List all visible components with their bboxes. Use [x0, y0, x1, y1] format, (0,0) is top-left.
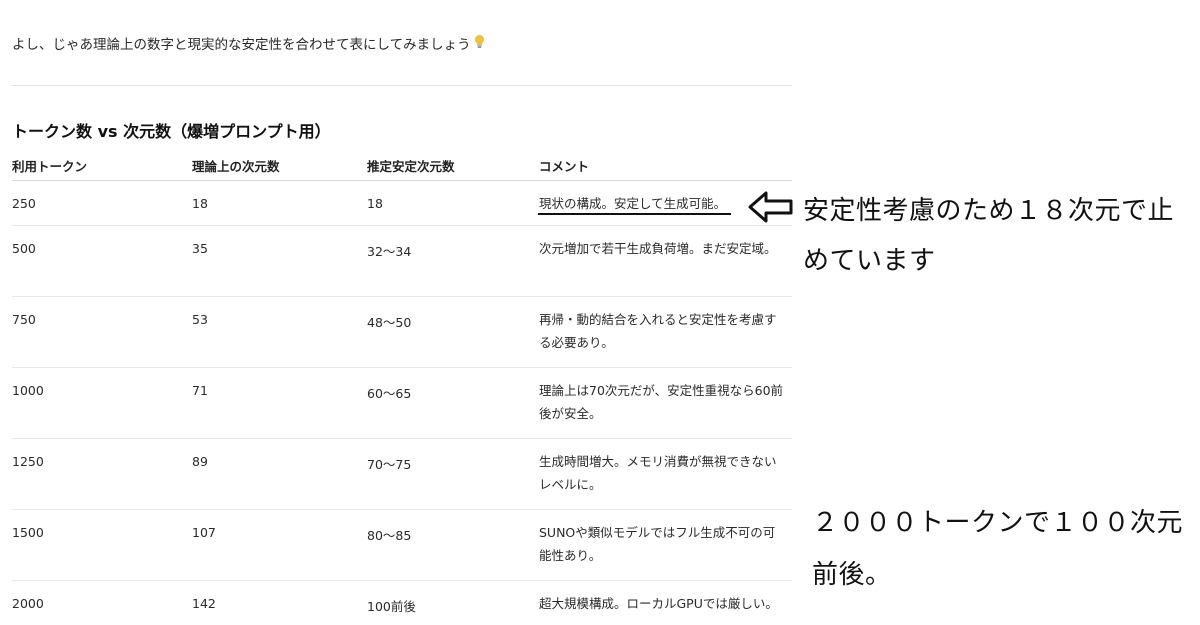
table-row: 500 35 32〜34 次元増加で若干生成負荷増。まだ安定域。 — [12, 226, 792, 297]
intro-message: よし、じゃあ理論上の数字と現実的な安定性を合わせて表にしてみましょう — [12, 37, 471, 53]
table-row: 1250 89 70〜75 生成時間増大。メモリ消費が無視できないレベルに。 — [12, 439, 792, 510]
section-title: トークン数 vs 次元数（爆増プロンプト用） — [12, 122, 331, 141]
cell-theoretical: 89 — [192, 454, 208, 469]
cell-theoretical: 142 — [192, 596, 216, 611]
arrow-left-icon — [746, 190, 796, 228]
intro-text: よし、じゃあ理論上の数字と現実的な安定性を合わせて表にしてみましょう — [12, 33, 485, 53]
cell-stable: 18 — [367, 196, 383, 211]
table-row: 1000 71 60〜65 理論上は70次元だが、安定性重視なら60前後が安全。 — [12, 368, 792, 439]
header-tokens: 利用トークン — [12, 159, 88, 174]
table-row: 1500 107 80〜85 SUNOや類似モデルではフル生成不可の可能性あり。 — [12, 510, 792, 581]
token-dimension-table: 利用トークン 理論上の次元数 推定安定次元数 コメント 250 18 18 現状… — [12, 150, 792, 625]
header-theoretical-dimensions: 理論上の次元数 — [192, 159, 280, 174]
table-row: 750 53 48〜50 再帰・動的結合を入れると安定性を考慮する必要あり。 — [12, 297, 792, 368]
cell-theoretical: 18 — [192, 196, 208, 211]
cell-theoretical: 53 — [192, 312, 208, 327]
divider — [12, 85, 792, 86]
cell-comment: 生成時間増大。メモリ消費が無視できないレベルに。 — [539, 454, 777, 492]
cell-tokens: 1500 — [12, 525, 44, 540]
cell-stable: 48〜50 — [367, 315, 412, 330]
annotation-note-1: 安定性考慮のため１８次元で止めています — [803, 196, 1175, 276]
cell-tokens: 2000 — [12, 596, 44, 611]
cell-stable: 32〜34 — [367, 244, 412, 259]
header-comment: コメント — [539, 159, 590, 174]
cell-tokens: 750 — [12, 312, 36, 327]
annotation-note-2: ２０００トークンで１００次元前後。 — [812, 508, 1184, 590]
cell-theoretical: 107 — [192, 525, 216, 540]
header-stable-dimensions: 推定安定次元数 — [367, 159, 455, 174]
cell-tokens: 1000 — [12, 383, 44, 398]
cell-tokens: 1250 — [12, 454, 44, 469]
cell-stable: 70〜75 — [367, 457, 412, 472]
table-header: 利用トークン 理論上の次元数 推定安定次元数 コメント — [12, 150, 792, 181]
cell-comment: 理論上は70次元だが、安定性重視なら60前後が安全。 — [539, 383, 784, 421]
cell-comment: 再帰・動的結合を入れると安定性を考慮する必要あり。 — [539, 312, 777, 350]
cell-theoretical: 71 — [192, 383, 208, 398]
cell-tokens: 500 — [12, 241, 36, 256]
cell-stable: 60〜65 — [367, 386, 412, 401]
cell-comment: 超大規模構成。ローカルGPUでは厳しい。 — [539, 596, 778, 611]
cell-comment: SUNOや類似モデルではフル生成不可の可能性あり。 — [539, 525, 776, 563]
cell-comment: 次元増加で若干生成負荷増。まだ安定域。 — [539, 241, 777, 256]
table-row: 250 18 18 現状の構成。安定して生成可能。 — [12, 181, 792, 226]
cell-theoretical: 35 — [192, 241, 208, 256]
handwritten-underline — [538, 213, 731, 215]
lightbulb-icon — [474, 34, 485, 53]
cell-stable: 100前後 — [367, 599, 416, 614]
cell-stable: 80〜85 — [367, 528, 412, 543]
cell-tokens: 250 — [12, 196, 36, 211]
table-row: 2000 142 100前後 超大規模構成。ローカルGPUでは厳しい。 — [12, 581, 792, 625]
